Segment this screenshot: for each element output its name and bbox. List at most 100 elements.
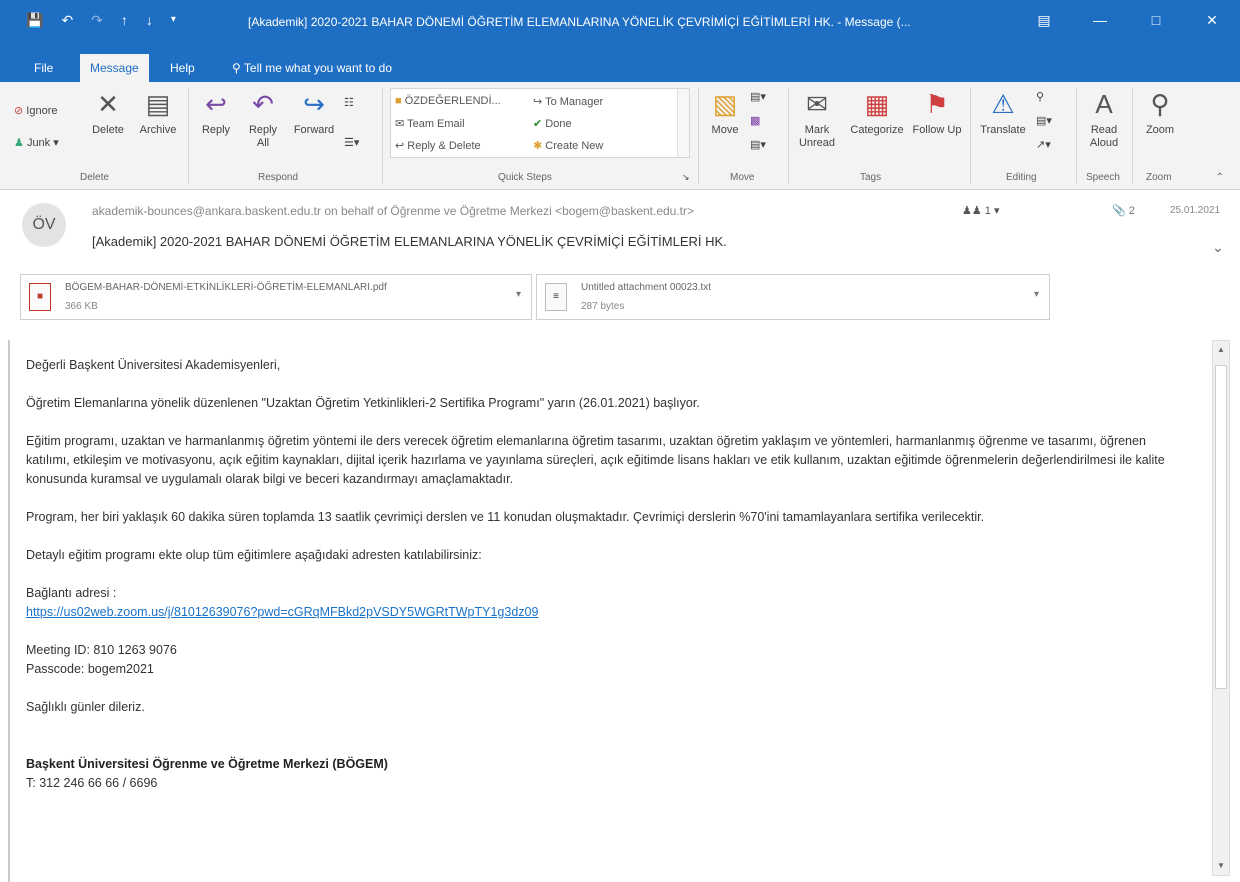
quick-step-ozdegerlendi[interactable]: ■ ÖZDEĞERLENDİ... (395, 95, 501, 107)
recipients-button[interactable]: ♟♟ 1 ▾ (962, 204, 1000, 217)
reply-button[interactable]: ↩ Reply (194, 88, 238, 137)
reply-label: Reply (201, 124, 231, 136)
quick-step-team-email[interactable]: ✉ Team Email (395, 117, 465, 130)
follow-up-button[interactable]: ⚑ Follow Up (912, 88, 962, 137)
quick-step-label: Create New (545, 140, 604, 152)
more-respond-button[interactable]: ☰▾ (344, 136, 359, 149)
select-button[interactable]: ↗▾ (1036, 138, 1051, 151)
tab-help[interactable]: Help (160, 54, 205, 82)
tell-me-search[interactable]: ⚲ Tell me what you want to do (222, 54, 402, 82)
attachment-pdf[interactable]: ■ BÖGEM-BAHAR-DÖNEMİ-ETKİNLİKLERİ-ÖĞRETİ… (20, 274, 532, 320)
scrollbar-thumb[interactable] (1215, 365, 1227, 689)
quick-steps-gallery: ■ ÖZDEĞERLENDİ... ↪ To Manager ✉ Team Em… (390, 88, 690, 158)
chevron-down-icon: ▾ (53, 137, 59, 149)
chevron-down-icon[interactable]: ▾ (1034, 289, 1039, 300)
redo-icon[interactable]: ↷ (91, 11, 103, 29)
rules-icon: ▤▾ (750, 91, 766, 103)
translate-button[interactable]: ⚠ Translate (974, 88, 1032, 137)
dialog-launcher-icon[interactable]: ↘ (682, 172, 690, 183)
meeting-info: Meeting ID: 810 1263 9076 Passcode: boge… (26, 641, 1186, 679)
next-item-icon[interactable]: ↓ (146, 11, 153, 29)
meeting-id: Meeting ID: 810 1263 9076 (26, 643, 177, 657)
ignore-icon: ⊘ (14, 105, 24, 117)
text-file-icon: ≡ (545, 283, 567, 311)
zoom-link[interactable]: https://us02web.zoom.us/j/81012639076?pw… (26, 605, 538, 619)
link-block: Bağlantı adresi : https://us02web.zoom.u… (26, 584, 1186, 622)
ignore-button[interactable]: ⊘ Ignore (14, 104, 57, 117)
read-aloud-button[interactable]: A Read Aloud (1080, 88, 1128, 150)
tab-message[interactable]: Message (80, 54, 149, 82)
quick-step-done[interactable]: ✔ Done (533, 117, 572, 130)
reply-delete-icon: ↩ (395, 140, 405, 152)
close-icon[interactable]: ✕ (1184, 6, 1240, 34)
read-aloud-icon: A (1095, 89, 1113, 119)
group-divider (970, 88, 971, 184)
ribbon-display-options-icon[interactable]: ▤ (1016, 6, 1072, 34)
move-folder-icon: ▧ (712, 89, 738, 119)
chevron-down-icon[interactable]: ▾ (516, 289, 521, 300)
previous-item-icon[interactable]: ↑ (121, 11, 128, 29)
delete-x-icon: ✕ (97, 89, 119, 119)
archive-label: Archive (139, 124, 177, 136)
attachment-txt[interactable]: ≡ Untitled attachment 00023.txt 287 byte… (536, 274, 1050, 320)
body-scrollbar[interactable]: ▲ ▼ (1212, 340, 1230, 876)
zoom-button[interactable]: ⚲ Zoom (1136, 88, 1184, 137)
tab-file[interactable]: File (24, 54, 63, 82)
group-label-quick-steps: Quick Steps (498, 172, 552, 183)
meeting-reply-button[interactable]: ☷ (344, 96, 354, 109)
link-label: Bağlantı adresi : (26, 586, 117, 600)
save-icon[interactable]: 💾 (26, 11, 43, 29)
rules-button[interactable]: ▤▾ (750, 90, 766, 103)
quick-step-create-new[interactable]: ✱ Create New (533, 139, 603, 152)
move-button[interactable]: ▧ Move (704, 88, 746, 137)
message-header: ÖV akademik-bounces@ankara.baskent.edu.t… (0, 191, 1240, 271)
group-label-speech: Speech (1086, 172, 1120, 183)
scroll-up-icon[interactable]: ▲ (1213, 341, 1229, 359)
group-divider (382, 88, 383, 184)
closing: Sağlıklı günler dileriz. (26, 700, 145, 714)
attachment-count: 📎 2 (1112, 204, 1135, 217)
quick-steps-scrollbar[interactable] (677, 89, 689, 157)
onenote-icon: ▩ (750, 115, 761, 127)
expand-header-icon[interactable]: ⌄ (1212, 239, 1224, 256)
quick-step-label: Team Email (407, 118, 465, 130)
group-label-move: Move (730, 172, 755, 183)
quick-access-toolbar: 💾 ↶ ↷ ↑ ↓ ▾ (26, 11, 176, 29)
related-icon: ▤▾ (1036, 115, 1052, 127)
onenote-button[interactable]: ▩ (750, 114, 760, 127)
mark-unread-label: Mark Unread (798, 124, 836, 149)
passcode: Passcode: bogem2021 (26, 662, 154, 676)
message-body-content: Değerli Başkent Üniversitesi Akademisyen… (26, 356, 1186, 793)
find-icon: ⚲ (1036, 91, 1045, 103)
scroll-down-icon[interactable]: ▼ (1213, 857, 1229, 875)
avatar: ÖV (22, 203, 66, 247)
quick-step-label: ÖZDEĞERLENDİ... (404, 95, 501, 107)
quick-step-reply-delete[interactable]: ↩ Reply & Delete (395, 139, 481, 152)
flag-icon: ⚑ (925, 89, 949, 119)
group-divider (788, 88, 789, 184)
delete-label: Delete (92, 124, 124, 136)
quick-step-to-manager[interactable]: ↪ To Manager (533, 95, 603, 108)
group-divider (188, 88, 189, 184)
categorize-button[interactable]: ▦ Categorize (846, 88, 908, 137)
minimize-icon[interactable]: — (1072, 6, 1128, 34)
undo-icon[interactable]: ↶ (61, 11, 73, 29)
actions-button[interactable]: ▤▾ (750, 138, 766, 151)
mark-unread-button[interactable]: ✉ Mark Unread (792, 88, 842, 150)
delete-button[interactable]: ✕ Delete (86, 88, 130, 137)
collapse-ribbon-icon[interactable]: ⌃ (1216, 172, 1224, 183)
archive-button[interactable]: ▤ Archive (134, 88, 182, 137)
related-button[interactable]: ▤▾ (1036, 114, 1052, 127)
forward-button[interactable]: ↪ Forward (288, 88, 340, 137)
find-button[interactable]: ⚲ (1036, 90, 1044, 103)
reply-all-button[interactable]: ↶ Reply All (242, 88, 284, 150)
sender[interactable]: akademik-bounces@ankara.baskent.edu.tr o… (92, 204, 694, 218)
window-title: [Akademik] 2020-2021 BAHAR DÖNEMİ ÖĞRETİ… (248, 15, 911, 29)
follow-up-label: Follow Up (912, 124, 962, 136)
junk-button[interactable]: ♟ Junk ▾ (14, 136, 59, 149)
group-label-zoom: Zoom (1146, 172, 1172, 183)
customize-qat-icon[interactable]: ▾ (171, 11, 176, 29)
group-divider (1132, 88, 1133, 184)
message-subject: [Akademik] 2020-2021 BAHAR DÖNEMİ ÖĞRETİ… (92, 234, 727, 249)
maximize-icon[interactable]: □ (1128, 6, 1184, 34)
